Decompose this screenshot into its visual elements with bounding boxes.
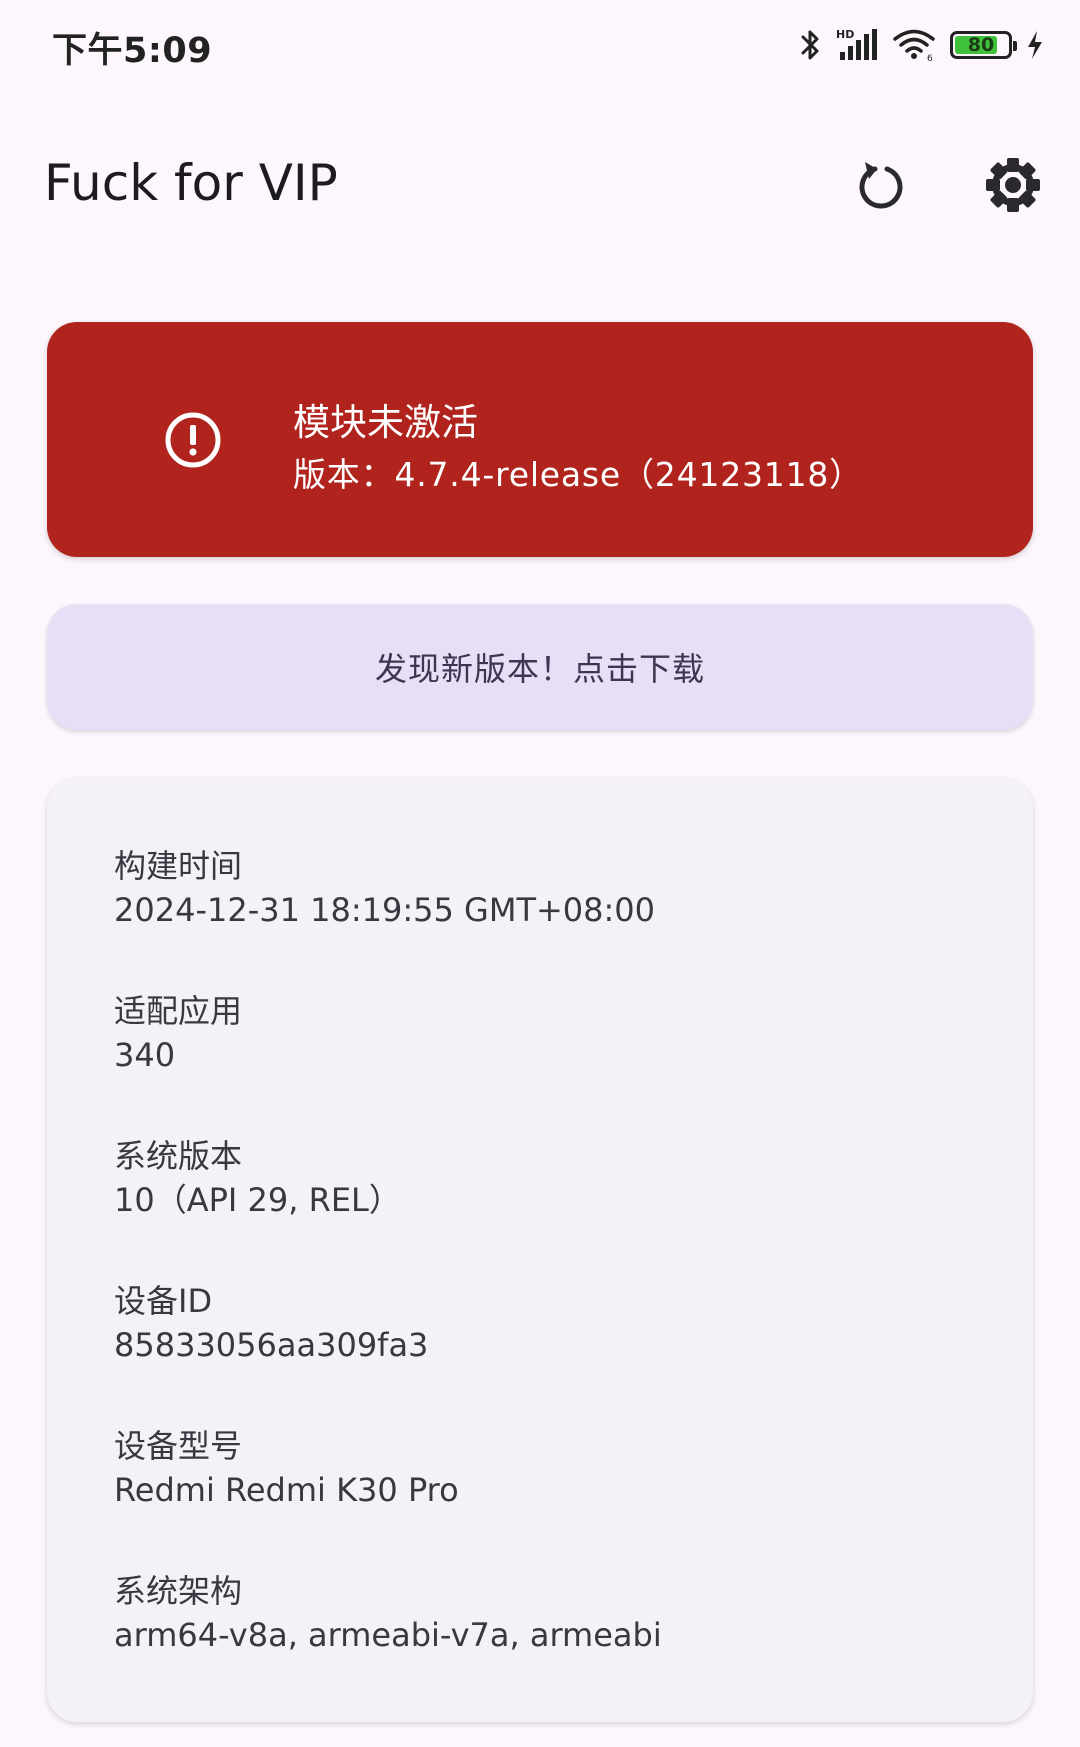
module-status-title: 模块未激活 (293, 401, 478, 444)
bluetooth-icon (798, 28, 822, 62)
info-item-system-version: 系统版本 10（API 29, REL） (114, 1134, 994, 1222)
settings-icon (986, 158, 1040, 212)
app-bar: Fuck for VIP (0, 130, 1080, 240)
info-value: 85833056aa309fa3 (114, 1326, 429, 1364)
settings-button[interactable] (978, 150, 1048, 220)
refresh-icon (859, 162, 903, 209)
info-label: 设备ID (114, 1282, 213, 1320)
info-item-build-time: 构建时间 2024-12-31 18:19:55 GMT+08:00 (114, 844, 994, 932)
wifi-icon: 6 (892, 28, 936, 62)
battery-level-text: 80 (967, 33, 995, 56)
info-value: arm64-v8a, armeabi-v7a, armeabi (114, 1616, 662, 1654)
info-value: Redmi Redmi K30 Pro (114, 1471, 459, 1509)
info-label: 构建时间 (114, 847, 243, 885)
info-item-system-architecture: 系统架构 arm64-v8a, armeabi-v7a, armeabi (114, 1569, 994, 1657)
battery-icon: 80 (950, 31, 1017, 59)
info-label: 适配应用 (114, 992, 243, 1030)
battery-tip (1013, 41, 1017, 51)
device-info-card: 构建时间 2024-12-31 18:19:55 GMT+08:00 适配应用 … (47, 778, 1033, 1722)
info-label: 设备型号 (114, 1427, 243, 1465)
svg-text:6: 6 (927, 54, 933, 62)
module-version: 版本：4.7.4-release（24123118） (293, 455, 863, 494)
refresh-button[interactable] (846, 150, 916, 220)
module-status-card: 模块未激活 版本：4.7.4-release（24123118） (47, 322, 1033, 557)
status-icons: HD 6 80 (798, 26, 1044, 64)
info-label: 系统架构 (114, 1572, 243, 1610)
info-value: 2024-12-31 18:19:55 GMT+08:00 (114, 891, 656, 929)
info-item-device-model: 设备型号 Redmi Redmi K30 Pro (114, 1424, 994, 1512)
status-time: 下午5:09 (52, 31, 213, 71)
info-value: 10（API 29, REL） (114, 1181, 401, 1219)
update-download-button[interactable]: 发现新版本！点击下载 (47, 604, 1033, 730)
update-text: 发现新版本！点击下载 (374, 650, 705, 688)
svg-text:HD: HD (836, 28, 854, 41)
error-circle-icon (165, 412, 221, 468)
hd-signal-icon: HD (836, 28, 878, 62)
info-item-supported-apps: 适配应用 340 (114, 989, 994, 1077)
info-value: 340 (114, 1036, 176, 1074)
info-label: 系统版本 (114, 1137, 243, 1175)
charging-icon (1026, 30, 1044, 60)
status-bar: 下午5:09 HD 6 80 (0, 0, 1080, 92)
info-item-device-id: 设备ID 85833056aa309fa3 (114, 1279, 994, 1367)
app-title: Fuck for VIP (44, 154, 338, 212)
